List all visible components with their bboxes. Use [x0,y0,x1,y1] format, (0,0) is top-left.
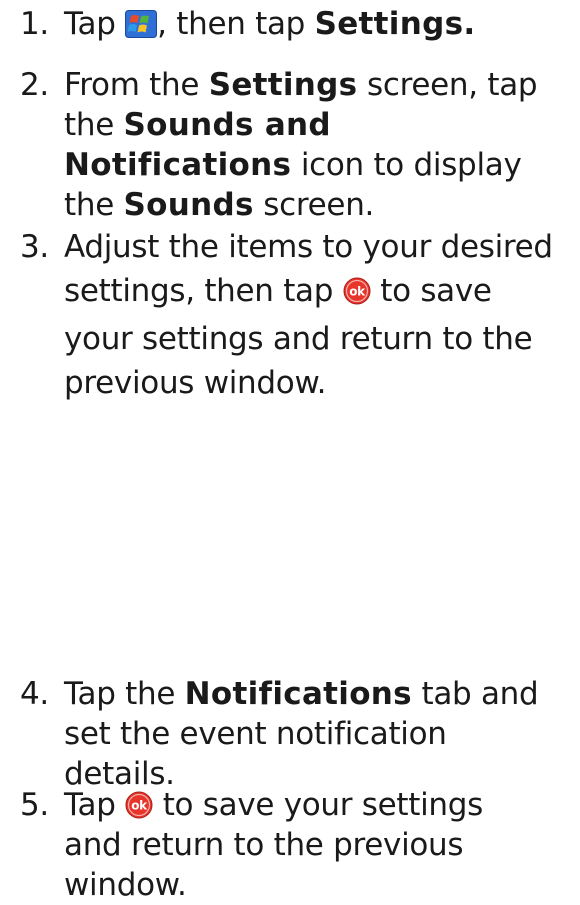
step-line: settings, then tap ok to save [64,271,575,315]
step-line: previous window. [64,365,327,401]
step-text: Tap , then tap Settings. [64,4,575,48]
keyword-settings: Settings [208,67,358,103]
step-text: Adjust the items to your desired setting… [64,227,575,403]
step-line: window. [64,867,187,903]
keyword-notifications: Notifications [64,147,292,183]
step-1: 1. Tap , then tap Settings. [20,4,575,48]
step-line: Tap the Notifications tab and [64,674,575,714]
windows-start-icon [125,8,158,48]
text: the [64,187,124,223]
step-line: Notifications icon to display [64,145,575,185]
text: to save your settings [153,787,484,823]
ok-icon: ok [343,275,371,315]
text: settings, then tap [64,273,343,309]
text: Tap [64,787,126,823]
step-5: 5. Tap ok to save your settings and retu… [20,785,575,905]
text: From the [64,67,209,103]
step-line: Tap ok to save your settings [64,785,575,829]
text: Tap the [64,676,185,712]
step-number: 3. [20,229,49,265]
keyword-notifications: Notifications [184,676,412,712]
text: to save [370,273,492,309]
step-4: 4. Tap the Notifications tab and set the… [20,674,575,794]
step-number: 2. [20,67,49,103]
step-line: the Sounds screen. [64,185,575,225]
step-line: Tap , then tap Settings. [64,4,575,48]
ok-icon: ok [125,789,153,829]
text: tab and [411,676,539,712]
step-number: 5. [20,787,49,823]
step-text: From the Settings screen, tap the Sounds… [64,65,575,225]
text: the [64,107,124,143]
text: icon to display [291,147,522,183]
text: screen. [253,187,375,223]
instruction-document: 1. Tap , then tap Settings. 2. From the … [0,0,580,903]
step-line: the Sounds and [64,105,575,145]
svg-text:ok: ok [131,799,148,813]
step-2: 2. From the Settings screen, tap the Sou… [20,65,575,225]
step-line: Adjust the items to your desired [64,229,553,265]
step-text: Tap ok to save your settings and return … [64,785,575,905]
keyword-settings: Settings. [314,6,476,42]
step-3: 3. Adjust the items to your desired sett… [20,227,575,403]
text: , then tap [157,6,315,42]
keyword-sounds: Sounds [123,187,254,223]
step-line: and return to the previous [64,827,464,863]
step-number: 4. [20,676,49,712]
step-number: 1. [20,6,49,42]
step-line: your settings and return to the [64,321,533,357]
keyword-sounds-and: Sounds and [123,107,331,143]
text: Tap [64,6,126,42]
step-line: From the Settings screen, tap [64,65,575,105]
step-line: set the event notification [64,716,447,752]
text: screen, tap [357,67,538,103]
step-text: Tap the Notifications tab and set the ev… [64,674,575,794]
svg-text:ok: ok [349,285,366,299]
